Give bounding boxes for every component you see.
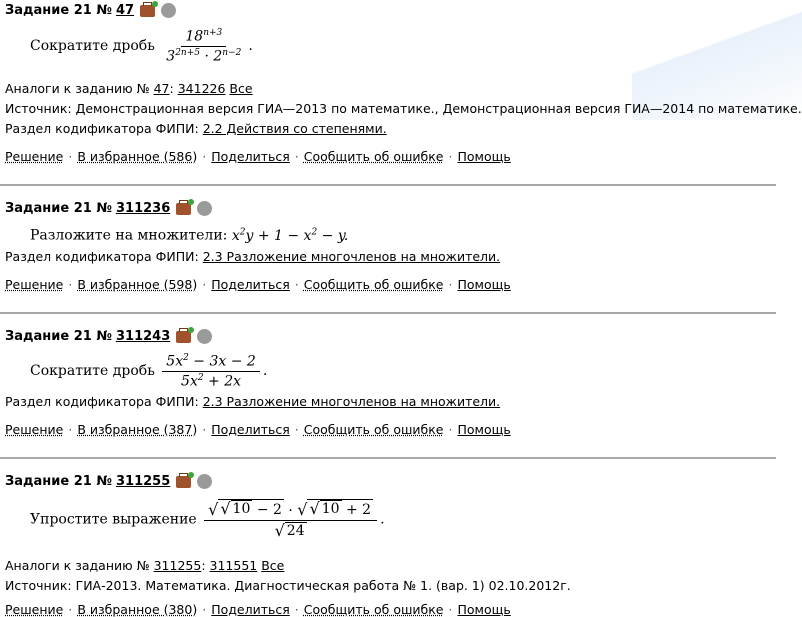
task-title: Задание 21 №	[5, 3, 112, 18]
source-text: Источник: Демонстрационная версия ГИА—20…	[5, 101, 802, 116]
share-link[interactable]: Поделиться	[211, 422, 290, 437]
task-header: Задание 21 № 311236	[5, 198, 213, 216]
codifier-link[interactable]: 2.3 Разложение многочленов на множители.	[203, 249, 500, 264]
task-number-link[interactable]: 311243	[116, 329, 170, 344]
solution-toggle[interactable]: Решение	[5, 422, 63, 437]
task-divider	[0, 312, 776, 314]
math-fraction: √ √ 10 − 2 · √ √ 10 + 2 √ 24	[204, 499, 378, 540]
task-prompt: Разложите на множители:	[30, 227, 228, 244]
analogs-label: Аналоги к заданию №	[5, 81, 150, 96]
report-error-button[interactable]: Сообщить об ошибке	[304, 422, 444, 437]
task-divider	[0, 184, 776, 186]
math-fraction: 18n+3 32n+5 · 2n−2	[166, 28, 242, 65]
analogs-all-link[interactable]: Все	[261, 558, 284, 573]
analogs-line: Аналоги к заданию № 311255: 311551 Все	[5, 558, 284, 573]
math-expression: x2y + 1 − x2 − y.	[231, 227, 349, 244]
favorite-button[interactable]: В избранное (598)	[77, 277, 197, 292]
favorite-button[interactable]: В избранное (387)	[77, 422, 197, 437]
actions-bar: Решение · В избранное (387) · Поделиться · Соо…	[5, 422, 511, 437]
task-prompt: Сократите дробь	[30, 38, 155, 55]
briefcase-icon[interactable]	[176, 326, 195, 343]
codifier-label: Раздел кодификатора ФИПИ:	[5, 121, 199, 136]
codifier-section: Раздел кодификатора ФИПИ: 2.2 Действия с…	[5, 121, 387, 136]
help-link[interactable]: Помощь	[457, 149, 510, 164]
codifier-section: Раздел кодификатора ФИПИ: 2.3 Разложение…	[5, 394, 500, 409]
status-circle-icon[interactable]	[197, 201, 213, 216]
task-header: Задание 21 № 311255	[5, 471, 213, 489]
help-link[interactable]: Помощь	[457, 277, 510, 292]
favorite-button[interactable]: В избранное (586)	[77, 149, 197, 164]
codifier-link[interactable]: 2.3 Разложение многочленов на множители.	[203, 394, 500, 409]
codifier-label: Раздел кодификатора ФИПИ:	[5, 394, 199, 409]
task-statement: Разложите на множители: x2y + 1 − x2 − y…	[30, 227, 348, 244]
status-circle-icon[interactable]	[161, 3, 177, 18]
task-statement: Сократите дробь 5x2 − 3x − 2 5x2 + 2x .	[30, 353, 268, 390]
actions-bar: Решение · В избранное (598) · Поделиться · Соо…	[5, 277, 511, 292]
task-header: Задание 21 № 311243	[5, 326, 213, 344]
actions-bar: Решение · В избранное (586) · Поделиться · Соо…	[5, 149, 511, 164]
task-title: Задание 21 №	[5, 201, 112, 216]
analogs-all-link[interactable]: Все	[229, 81, 252, 96]
solution-toggle[interactable]: Решение	[5, 149, 63, 164]
status-circle-icon[interactable]	[197, 474, 213, 489]
analog-link[interactable]: 311551	[210, 558, 258, 573]
task-statement: Упростите выражение √ √ 10 − 2 · √ √ 10 + 2 …	[30, 499, 385, 540]
source-text: Источник: ГИА-2013. Математика. Диагност…	[5, 578, 571, 593]
report-error-button[interactable]: Сообщить об ошибке	[304, 277, 444, 292]
briefcase-icon[interactable]	[176, 198, 195, 215]
task-number-link[interactable]: 47	[116, 3, 134, 18]
help-link[interactable]: Помощь	[457, 422, 510, 437]
task-title: Задание 21 №	[5, 329, 112, 344]
analog-main-link[interactable]: 47	[154, 81, 170, 96]
analog-link[interactable]: 341226	[178, 81, 226, 96]
status-circle-icon[interactable]	[197, 329, 213, 344]
task-number-link[interactable]: 311255	[116, 474, 170, 489]
briefcase-icon[interactable]	[140, 0, 159, 17]
analogs-separator: :	[201, 558, 206, 573]
share-link[interactable]: Поделиться	[211, 277, 290, 292]
analog-main-link[interactable]: 311255	[154, 558, 202, 573]
math-fraction: 5x2 − 3x − 2 5x2 + 2x	[162, 353, 260, 389]
solution-toggle[interactable]: Решение	[5, 277, 63, 292]
task-statement: Сократите дробь 18n+3 32n+5 · 2n−2 .	[30, 28, 253, 65]
task-divider	[0, 457, 776, 459]
task-prompt: Сократите дробь	[30, 363, 155, 380]
analogs-label: Аналоги к заданию №	[5, 558, 150, 573]
codifier-section: Раздел кодификатора ФИПИ: 2.3 Разложение…	[5, 249, 500, 264]
report-error-button[interactable]: Сообщить об ошибке	[304, 149, 444, 164]
task-prompt: Упростите выражение	[30, 511, 197, 528]
codifier-link[interactable]: 2.2 Действия со степенями.	[203, 121, 387, 136]
task-header: Задание 21 № 47	[5, 0, 177, 18]
share-link[interactable]: Поделиться	[211, 149, 290, 164]
analogs-separator: :	[169, 81, 174, 96]
task-title: Задание 21 №	[5, 474, 112, 489]
analogs-line: Аналоги к заданию № 47: 341226 Все	[5, 81, 253, 96]
task-number-link[interactable]: 311236	[116, 201, 170, 216]
codifier-label: Раздел кодификатора ФИПИ:	[5, 249, 199, 264]
briefcase-icon[interactable]	[176, 471, 195, 488]
